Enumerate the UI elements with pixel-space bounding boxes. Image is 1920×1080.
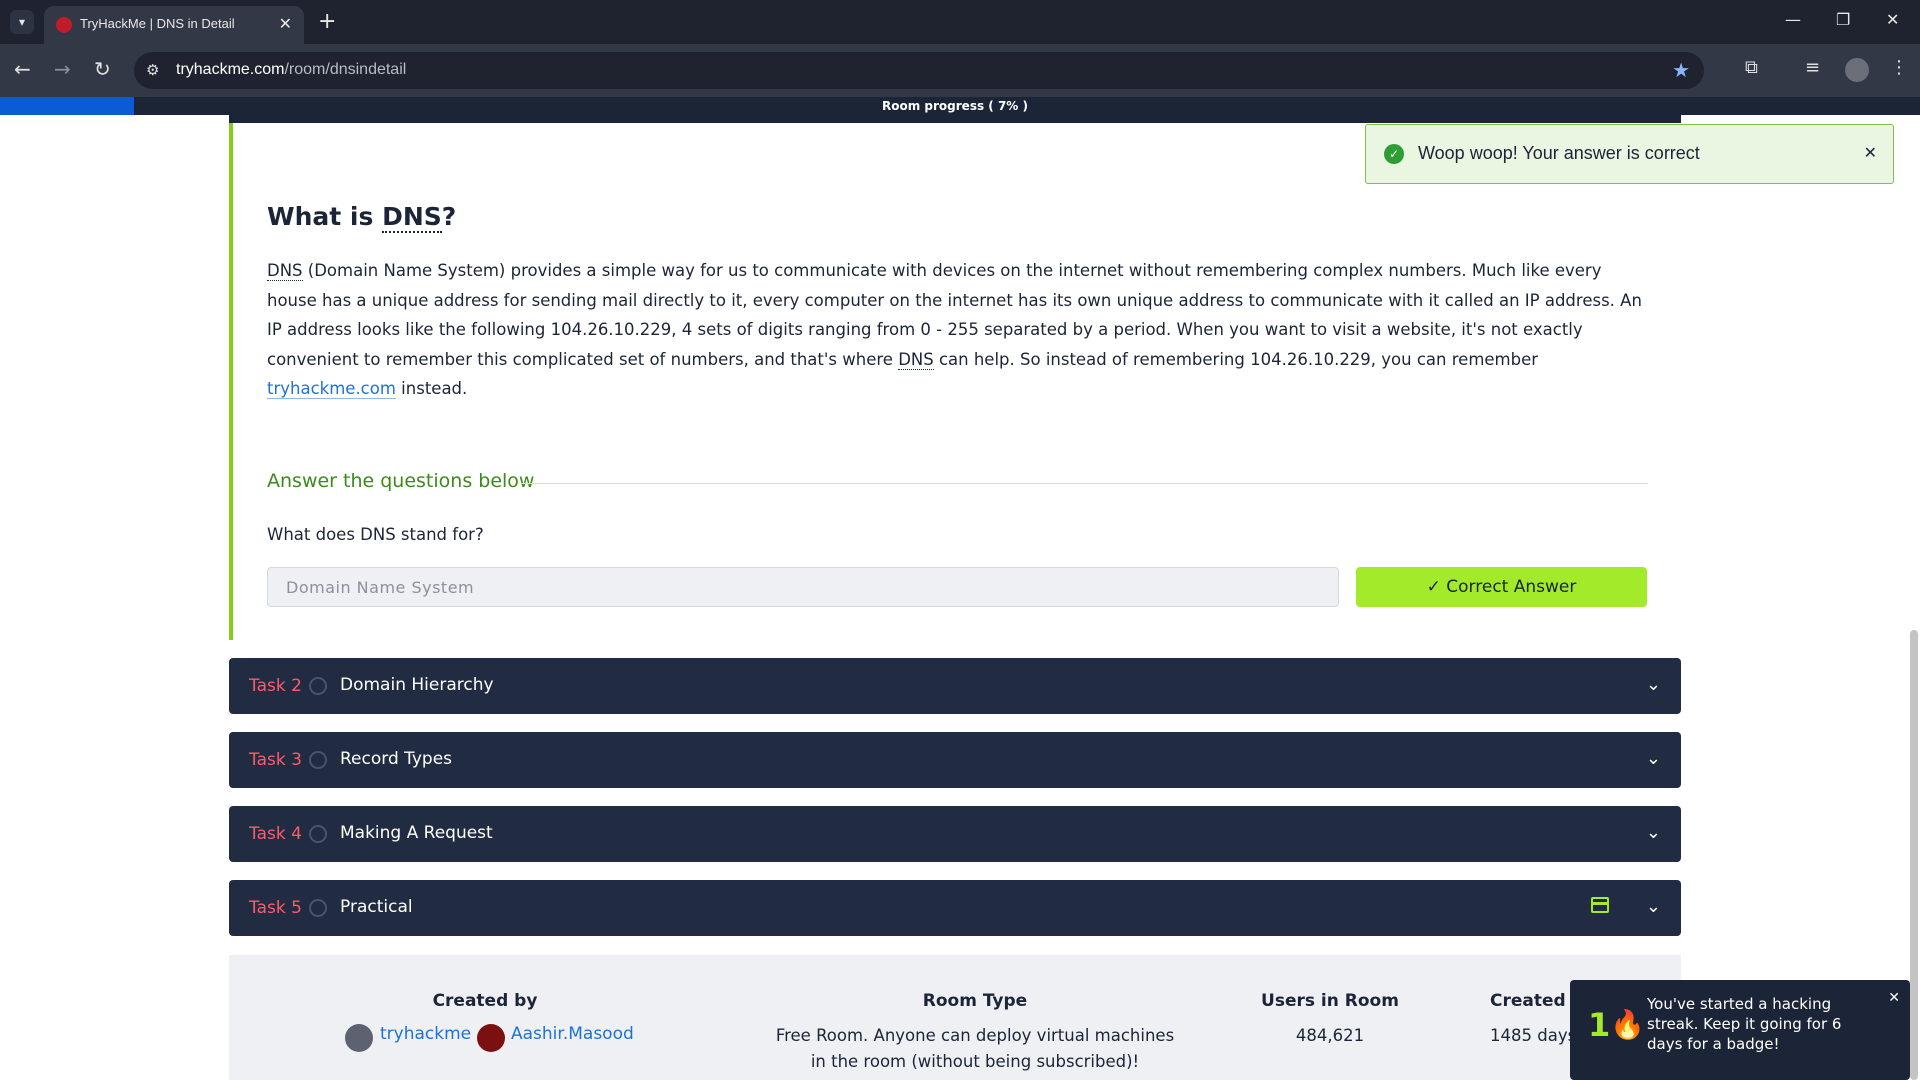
task-body-text: DNS (Domain Name System) provides a simp…: [267, 256, 1652, 404]
bookmark-star-icon[interactable]: ★: [1672, 58, 1690, 82]
heading-prefix: What is: [267, 202, 383, 231]
divider: [521, 483, 1648, 484]
tryhackme-favicon-icon: [56, 17, 72, 33]
room-progress-bar: Room progress ( 7% ): [0, 97, 1920, 115]
url-text[interactable]: tryhackme.com/room/dnsindetail: [176, 61, 406, 79]
room-progress-label: Room progress ( 7% ): [882, 99, 1028, 113]
profile-avatar[interactable]: [1845, 58, 1869, 82]
minimize-icon[interactable]: —: [1785, 10, 1801, 29]
answer-section-title: Answer the questions below: [267, 470, 535, 492]
users-in-room-label: Users in Room: [1261, 991, 1399, 1011]
created-value: 1485 days: [1490, 1026, 1577, 1045]
aashir-avatar[interactable]: [477, 1024, 505, 1052]
task-number: Task 5: [249, 898, 302, 918]
url-host: tryhackme.com: [176, 61, 285, 78]
users-in-room-value: 484,621: [1295, 1026, 1365, 1045]
check-circle-icon: ✓: [1384, 144, 1404, 164]
site-info-icon[interactable]: ⚙: [146, 61, 159, 79]
close-toast-icon[interactable]: ✕: [1864, 143, 1877, 162]
task-status-circle-icon: [309, 899, 327, 917]
streak-message: You've started a hacking streak. Keep it…: [1647, 995, 1842, 1053]
chevron-down-icon[interactable]: ⌄: [1646, 822, 1661, 843]
task-status-circle-icon: [309, 751, 327, 769]
task-row-3[interactable]: Task 3 Record Types ⌄: [229, 732, 1681, 788]
close-tab-icon[interactable]: ✕: [279, 14, 292, 33]
body-part-2: can help. So instead of remembering 104.…: [933, 349, 1539, 369]
check-icon: ✓: [1426, 577, 1441, 597]
streak-toast: 1 🔥 You've started a hacking streak. Kee…: [1570, 980, 1910, 1080]
browser-tab[interactable]: TryHackMe | DNS in Detail ✕: [44, 6, 304, 44]
toast-message: Woop woop! Your answer is correct: [1418, 143, 1700, 163]
url-path: /room/dnsindetail: [284, 61, 407, 78]
correct-answer-label: Correct Answer: [1446, 577, 1577, 597]
extensions-icon[interactable]: ⧉: [1745, 57, 1758, 78]
abbr-dns: DNS: [898, 349, 934, 370]
browser-toolbar: ← → ↻ ⚙ tryhackme.com/room/dnsindetail ★…: [0, 44, 1920, 97]
flame-icon: 🔥: [1610, 1008, 1645, 1041]
question-text: What does DNS stand for?: [267, 525, 484, 544]
tryhackme-avatar[interactable]: [345, 1024, 373, 1052]
chevron-down-icon[interactable]: ⌄: [1646, 896, 1661, 917]
answer-input[interactable]: [267, 567, 1339, 607]
creator-link-tryhackme[interactable]: tryhackme: [380, 1024, 471, 1044]
heading-abbr: DNS: [382, 202, 442, 233]
abbr-dns: DNS: [267, 261, 303, 281]
heading-suffix: ?: [441, 202, 457, 231]
task-number: Task 4: [249, 824, 302, 844]
task-number: Task 3: [249, 750, 302, 770]
back-icon[interactable]: ←: [14, 57, 31, 81]
success-toast: ✓ Woop woop! Your answer is correct ✕: [1365, 124, 1894, 184]
task-title: Practical: [340, 897, 413, 917]
tab-title: TryHackMe | DNS in Detail: [80, 16, 235, 31]
chevron-down-icon[interactable]: ⌄: [1646, 674, 1661, 695]
task-status-circle-icon: [309, 677, 327, 695]
creator-link-aashir[interactable]: Aashir.Masood: [511, 1024, 634, 1044]
task-number: Task 2: [249, 676, 302, 696]
room-type-label: Room Type: [922, 991, 1028, 1011]
task-status-circle-icon: [309, 825, 327, 843]
task-title: Record Types: [340, 749, 453, 769]
task-row-4[interactable]: Task 4 Making A Request ⌄: [229, 806, 1681, 862]
created-by-label: Created by: [432, 991, 538, 1011]
restore-icon[interactable]: ❐: [1836, 10, 1850, 29]
tab-search-button[interactable]: ▾: [10, 10, 34, 34]
room-type-value: Free Room. Anyone can deploy virtual mac…: [725, 1023, 1225, 1075]
task-title: Making A Request: [340, 823, 493, 843]
created-label: Created: [1490, 991, 1566, 1011]
close-streak-icon[interactable]: ✕: [1888, 990, 1900, 1006]
reload-icon[interactable]: ↻: [94, 57, 111, 81]
browser-tab-bar: ▾ TryHackMe | DNS in Detail ✕ + — ❐ ✕: [0, 0, 1920, 44]
body-part-3: instead.: [395, 379, 468, 398]
room-type-line-2: in the room (without being subscribed)!: [810, 1052, 1140, 1071]
streak-count: 1: [1588, 1006, 1611, 1044]
address-bar[interactable]: ⚙ tryhackme.com/room/dnsindetail ★: [134, 52, 1704, 89]
task-title: Domain Hierarchy: [340, 675, 494, 695]
task-row-5[interactable]: Task 5 Practical ⌄: [229, 880, 1681, 936]
new-tab-icon[interactable]: +: [318, 9, 336, 34]
media-control-icon[interactable]: ≡: [1805, 57, 1820, 78]
forward-icon[interactable]: →: [54, 57, 71, 81]
page-scrollbar-thumb[interactable]: [1910, 630, 1918, 1080]
close-window-icon[interactable]: ✕: [1886, 10, 1899, 29]
room-type-line-1: Free Room. Anyone can deploy virtual mac…: [775, 1026, 1175, 1045]
menu-dots-icon[interactable]: ⋮: [1890, 57, 1908, 78]
correct-answer-button[interactable]: ✓ Correct Answer: [1356, 567, 1647, 607]
task-heading: What is DNS?: [267, 202, 457, 233]
virtual-machine-icon: [1591, 897, 1609, 913]
task-1-header-band: [229, 115, 1681, 123]
chevron-down-icon[interactable]: ⌄: [1646, 748, 1661, 769]
tryhackme-link[interactable]: tryhackme.com: [267, 379, 396, 399]
task-row-2[interactable]: Task 2 Domain Hierarchy ⌄: [229, 658, 1681, 714]
